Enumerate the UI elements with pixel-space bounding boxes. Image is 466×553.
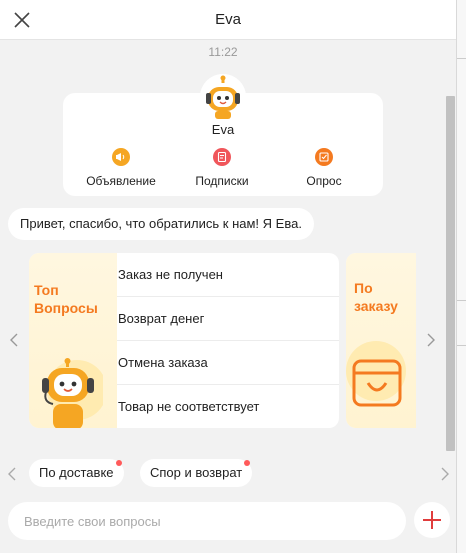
carousel-next-button[interactable] bbox=[424, 330, 438, 350]
top-questions-card: Топ Вопросы Заказ не получен Возврат ден… bbox=[29, 253, 339, 428]
megaphone-icon bbox=[112, 148, 130, 166]
question-refund[interactable]: Возврат денег bbox=[117, 297, 339, 341]
announcement-action[interactable]: Объявление bbox=[76, 148, 166, 188]
top-questions-list: Заказ не получен Возврат денег Отмена за… bbox=[117, 253, 339, 428]
subscription-icon bbox=[213, 148, 231, 166]
chip-dispute-return-label: Спор и возврат bbox=[150, 465, 243, 480]
plus-icon bbox=[423, 511, 441, 529]
chevron-right-icon bbox=[441, 467, 449, 481]
scrollbar-thumb[interactable] bbox=[446, 96, 455, 451]
bot-name: Eva bbox=[211, 122, 235, 137]
order-card-heading: По заказу bbox=[354, 280, 398, 314]
shopping-bag-icon bbox=[346, 341, 406, 407]
survey-action[interactable]: Опрос bbox=[279, 148, 369, 188]
subscriptions-label: Подписки bbox=[195, 174, 249, 188]
top-questions-heading: Топ Вопросы bbox=[34, 282, 98, 316]
announcement-label: Объявление bbox=[86, 174, 156, 188]
chip-dispute-return-badge bbox=[244, 460, 251, 466]
chip-delivery-badge bbox=[115, 460, 122, 466]
chip-delivery[interactable]: По доставке bbox=[29, 459, 124, 487]
robot-mascot-icon bbox=[42, 358, 103, 428]
question-item-not-as-described[interactable]: Товар не соответствует bbox=[117, 385, 339, 428]
carousel-prev-button[interactable] bbox=[7, 330, 21, 350]
top-questions-panel: Топ Вопросы bbox=[29, 253, 117, 428]
question-cancel-order[interactable]: Отмена заказа bbox=[117, 341, 339, 385]
background-window-strip bbox=[456, 0, 466, 553]
chips-prev-button[interactable] bbox=[5, 464, 19, 484]
order-card[interactable]: По заказу bbox=[346, 253, 416, 428]
bot-greeting-message: Привет, спасибо, что обратились к нам! Я… bbox=[8, 208, 314, 240]
message-input[interactable] bbox=[24, 502, 394, 540]
chip-delivery-label: По доставке bbox=[39, 465, 114, 480]
chat-window: Eva 11:22 Eva Объявление Подписки Опрос … bbox=[0, 0, 456, 553]
survey-icon bbox=[315, 148, 333, 166]
robot-avatar-icon bbox=[200, 74, 246, 120]
subscriptions-action[interactable]: Подписки bbox=[177, 148, 267, 188]
question-order-not-received[interactable]: Заказ не получен bbox=[117, 253, 339, 297]
add-attachment-button[interactable] bbox=[414, 502, 450, 538]
bot-avatar bbox=[200, 74, 246, 120]
chips-next-button[interactable] bbox=[438, 464, 452, 484]
window-title: Eva bbox=[215, 11, 241, 28]
survey-label: Опрос bbox=[306, 174, 342, 188]
chevron-right-icon bbox=[427, 333, 435, 347]
message-input-wrapper bbox=[8, 502, 406, 540]
message-timestamp: 11:22 bbox=[208, 45, 238, 59]
chevron-left-icon bbox=[8, 467, 16, 481]
chip-dispute-return[interactable]: Спор и возврат bbox=[140, 459, 253, 487]
title-bar: Eva bbox=[0, 0, 456, 40]
chevron-left-icon bbox=[10, 333, 18, 347]
